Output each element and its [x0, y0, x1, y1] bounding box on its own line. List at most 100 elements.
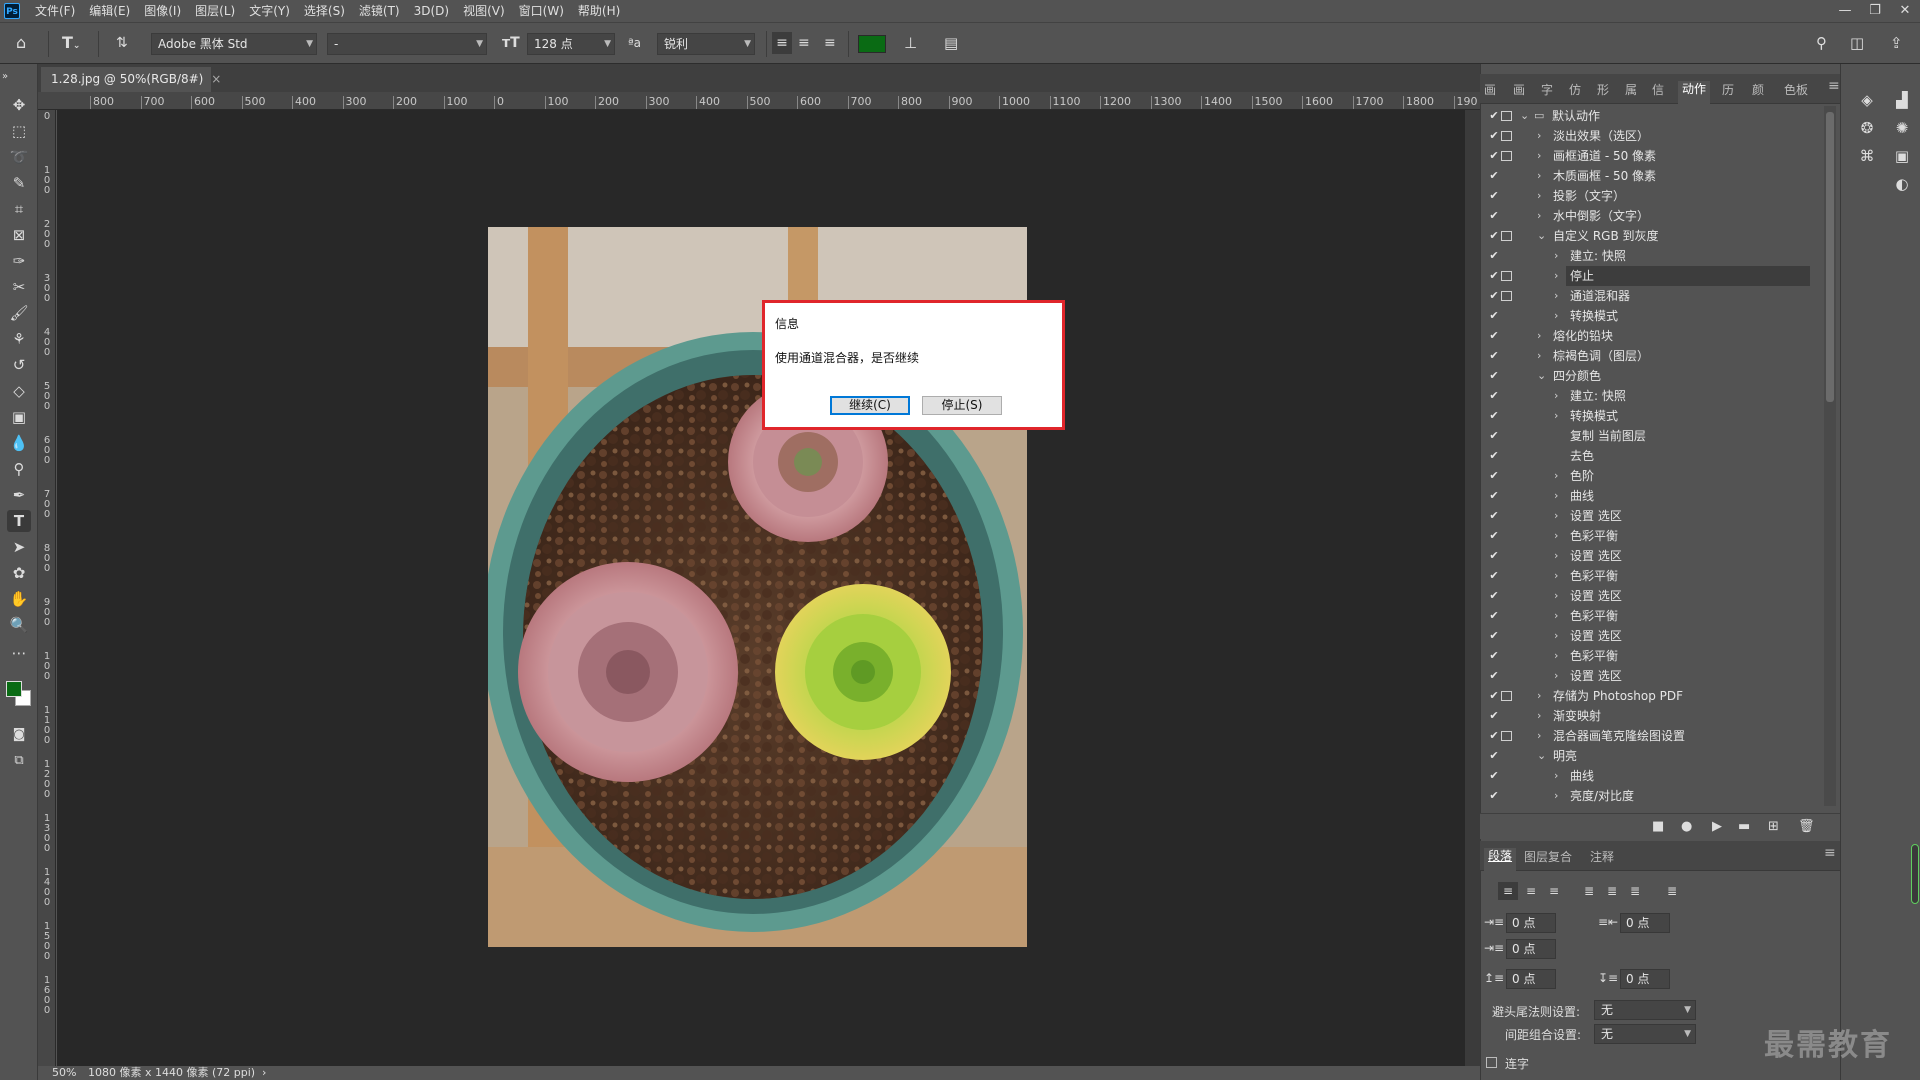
new-set-icon[interactable]: ▬ — [1738, 819, 1750, 834]
justify-all-icon[interactable]: ≣ — [1662, 882, 1682, 900]
chevron-right-icon[interactable]: › — [1537, 686, 1541, 706]
panel-tab-1[interactable]: 画 — [1513, 81, 1525, 98]
action-enabled-check-icon[interactable]: ✔ — [1487, 146, 1501, 166]
chevron-right-icon[interactable]: › — [1554, 466, 1558, 486]
crop-tool-icon[interactable]: ⌗ — [7, 198, 31, 220]
action-row[interactable]: ✔ › 设置 选区 — [1480, 586, 1824, 606]
action-enabled-check-icon[interactable]: ✔ — [1487, 566, 1501, 586]
dialog-toggle-icon[interactable] — [1501, 691, 1512, 701]
quick-select-tool-icon[interactable]: ✎ — [7, 172, 31, 194]
chevron-right-icon[interactable]: › — [1554, 286, 1558, 306]
para-align-left-icon[interactable]: ≡ — [1498, 882, 1518, 900]
action-enabled-check-icon[interactable]: ✔ — [1487, 206, 1501, 226]
tab-paragraph[interactable]: 段落 — [1484, 848, 1517, 871]
tab-notes[interactable]: 注释 — [1590, 848, 1614, 865]
space-before-input[interactable]: 0 点 — [1506, 969, 1556, 989]
action-row[interactable]: ✔ ⌄ 明亮 — [1480, 746, 1824, 766]
chevron-right-icon[interactable]: › — [1537, 186, 1541, 206]
para-align-center-icon[interactable]: ≡ — [1521, 882, 1541, 900]
action-enabled-check-icon[interactable]: ✔ — [1487, 446, 1501, 466]
action-enabled-check-icon[interactable]: ✔ — [1487, 646, 1501, 666]
status-menu-icon[interactable]: › — [262, 1066, 266, 1080]
shape-tool-icon[interactable]: ✿ — [7, 562, 31, 584]
panel-tab-6[interactable]: 信 — [1652, 81, 1664, 98]
continue-button[interactable]: 继续(C) — [830, 396, 910, 415]
chevron-right-icon[interactable]: › — [1554, 306, 1558, 326]
action-row[interactable]: ✔ › 色彩平衡 — [1480, 606, 1824, 626]
record-icon[interactable]: ● — [1681, 819, 1692, 834]
channels-icon[interactable]: ❂ — [1854, 116, 1880, 140]
action-row[interactable]: ✔ › 画框通道 - 50 像素 — [1480, 146, 1824, 166]
panel-tab-0[interactable]: 画 — [1484, 81, 1496, 98]
action-row[interactable]: ✔ › 设置 选区 — [1480, 626, 1824, 646]
action-enabled-check-icon[interactable]: ✔ — [1487, 366, 1501, 386]
chevron-right-icon[interactable]: › — [1554, 586, 1558, 606]
history-brush-tool-icon[interactable]: ↺ — [7, 354, 31, 376]
action-enabled-check-icon[interactable]: ✔ — [1487, 286, 1501, 306]
panel-tab-8[interactable]: 历 — [1722, 81, 1734, 98]
font-size-select[interactable]: 128 点 ▼ — [527, 33, 615, 55]
menu-item-5[interactable]: 选择(S) — [297, 0, 352, 22]
dialog-toggle-icon[interactable] — [1501, 271, 1512, 281]
menu-item-3[interactable]: 图层(L) — [188, 0, 242, 22]
menu-item-0[interactable]: 文件(F) — [28, 0, 82, 22]
action-row[interactable]: ✔ › 建立: 快照 — [1480, 386, 1824, 406]
collapse-icon[interactable]: » — [2, 66, 26, 88]
chevron-down-icon[interactable]: ⌄ — [1537, 366, 1546, 386]
paths-icon[interactable]: ⌘ — [1854, 144, 1880, 168]
type-tool-preset-icon[interactable]: T⌄ — [62, 32, 80, 57]
chevron-right-icon[interactable]: › — [1537, 126, 1541, 146]
more-tools-icon[interactable]: ⋯ — [7, 642, 31, 664]
action-row[interactable]: ✔ › 淡出效果（选区） — [1480, 126, 1824, 146]
chevron-down-icon[interactable]: ⌄ — [1520, 106, 1529, 126]
font-family-select[interactable]: Adobe 黑体 Std ▼ — [151, 33, 317, 55]
action-row[interactable]: ✔ › 停止 — [1480, 266, 1824, 286]
action-row[interactable]: ✔ › 通道混和器 — [1480, 286, 1824, 306]
action-enabled-check-icon[interactable]: ✔ — [1487, 106, 1501, 126]
type-tool-icon[interactable]: T — [7, 510, 31, 532]
chevron-right-icon[interactable]: › — [1554, 266, 1558, 286]
actions-scrollbar-thumb[interactable] — [1826, 112, 1834, 402]
dialog-toggle-icon[interactable] — [1501, 131, 1512, 141]
menu-item-10[interactable]: 帮助(H) — [571, 0, 627, 22]
delete-icon[interactable]: 🗑 — [1798, 819, 1815, 834]
action-enabled-check-icon[interactable]: ✔ — [1487, 346, 1501, 366]
action-enabled-check-icon[interactable]: ✔ — [1487, 506, 1501, 526]
menu-item-1[interactable]: 编辑(E) — [82, 0, 137, 22]
action-enabled-check-icon[interactable]: ✔ — [1487, 546, 1501, 566]
action-row[interactable]: ✔ › 曲线 — [1480, 486, 1824, 506]
action-enabled-check-icon[interactable]: ✔ — [1487, 306, 1501, 326]
share-icon[interactable]: ⇪ — [1890, 32, 1903, 54]
action-enabled-check-icon[interactable]: ✔ — [1487, 166, 1501, 186]
action-row[interactable]: ✔ › 投影（文字） — [1480, 186, 1824, 206]
indent-left-input[interactable]: 0 点 — [1506, 913, 1556, 933]
chevron-right-icon[interactable]: › — [1554, 626, 1558, 646]
menu-item-7[interactable]: 3D(D) — [407, 0, 456, 22]
chevron-right-icon[interactable]: › — [1554, 646, 1558, 666]
eraser-tool-icon[interactable]: ◇ — [7, 380, 31, 402]
histogram-icon[interactable]: ▟ — [1889, 88, 1915, 112]
restore-button[interactable]: ❐ — [1860, 0, 1890, 22]
new-action-icon[interactable]: ⊞ — [1768, 819, 1779, 834]
action-row[interactable]: ✔ › 曲线 — [1480, 766, 1824, 786]
action-enabled-check-icon[interactable]: ✔ — [1487, 526, 1501, 546]
path-selection-tool-icon[interactable]: ➤ — [7, 536, 31, 558]
dialog-toggle-icon[interactable] — [1501, 111, 1512, 121]
action-enabled-check-icon[interactable]: ✔ — [1487, 186, 1501, 206]
panel-menu-icon[interactable]: ≡ — [1824, 845, 1836, 861]
menu-item-8[interactable]: 视图(V) — [456, 0, 512, 22]
action-row[interactable]: ✔ › 熔化的铅块 — [1480, 326, 1824, 346]
action-enabled-check-icon[interactable]: ✔ — [1487, 126, 1501, 146]
chevron-right-icon[interactable]: › — [1554, 566, 1558, 586]
action-row[interactable]: ✔ 复制 当前图层 — [1480, 426, 1824, 446]
frame-tool-icon[interactable]: ⊠ — [7, 224, 31, 246]
hyphenate-checkbox[interactable] — [1486, 1057, 1497, 1068]
action-row[interactable]: ✔ › 水中倒影（文字） — [1480, 206, 1824, 226]
close-window-button[interactable]: ✕ — [1890, 0, 1920, 22]
adjustments-icon[interactable]: ◐ — [1889, 172, 1915, 196]
action-row[interactable]: ✔ › 建立: 快照 — [1480, 246, 1824, 266]
dodge-tool-icon[interactable]: ⚲ — [7, 458, 31, 480]
panel-tab-9[interactable]: 颜 — [1752, 81, 1764, 98]
chevron-right-icon[interactable]: › — [1537, 346, 1541, 366]
action-row[interactable]: ✔ › 色彩平衡 — [1480, 566, 1824, 586]
